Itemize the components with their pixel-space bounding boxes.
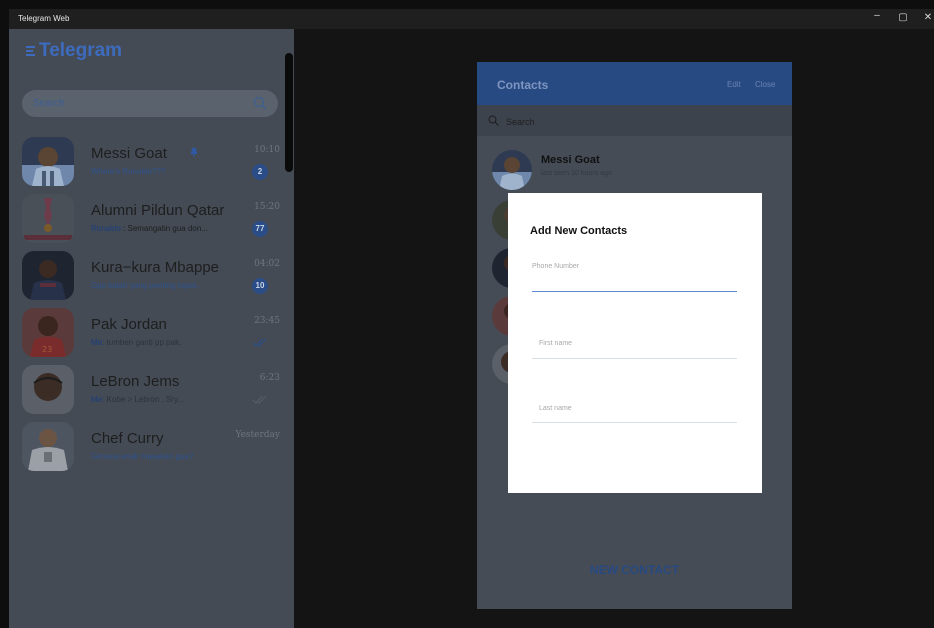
chat-time: 23:45 <box>254 316 280 326</box>
chat-preview: Me: Kobe > Lebron , Sry... <box>91 395 185 404</box>
field-underline <box>532 358 737 359</box>
close-window-button[interactable]: ✕ <box>921 12 934 23</box>
sidebar-scrollbar[interactable] <box>285 53 293 172</box>
new-contact-button[interactable]: NEW CONTACT <box>477 563 792 577</box>
contact-name[interactable]: Messi Goat <box>541 154 600 166</box>
avatar <box>22 251 74 300</box>
bell-icon <box>190 147 198 157</box>
chat-sidebar: Telegram Search Messi Goat Where's Ronal… <box>9 29 294 628</box>
search-icon <box>488 115 499 126</box>
menu-icon[interactable] <box>26 44 35 58</box>
chat-name: Chef Curry <box>91 430 164 447</box>
chat-time: Yesterday <box>235 430 280 440</box>
contact-avatar[interactable] <box>492 150 532 190</box>
app-logo[interactable]: Telegram <box>26 40 122 62</box>
chat-name: Alumni Pildun Qatar <box>91 202 225 219</box>
chat-time: 15:20 <box>254 202 280 212</box>
chat-time: 6:23 <box>259 373 280 383</box>
avatar: 23 <box>22 308 74 357</box>
unread-badge: 77 <box>252 221 268 237</box>
first-name-placeholder: First name <box>539 340 573 347</box>
last-name-placeholder: Last name <box>539 405 572 412</box>
contacts-title: Contacts <box>497 78 549 92</box>
contacts-search-input[interactable]: Search <box>477 105 792 136</box>
maximize-button[interactable]: ▢ <box>896 12 910 23</box>
chat-item-pak-jordan[interactable]: 23 Pak Jordan Me: tumben ganti pp pak. 2… <box>9 304 294 361</box>
search-icon[interactable] <box>253 96 267 110</box>
chat-name: Kura−kura Mbappe <box>91 259 219 276</box>
chat-preview: Gpp kalah yang penting topsk.. <box>91 281 202 290</box>
chat-preview: Gimana enak masakan gua? <box>91 452 194 461</box>
chat-preview: Where's Ronaldo??? <box>91 167 166 176</box>
chat-name: Messi Goat <box>91 145 167 162</box>
chat-time: 10:10 <box>254 145 280 155</box>
chat-item-alumni-pildun-qatar[interactable]: Alumni Pildun Qatar Ronaldo : Semangatin… <box>9 190 294 247</box>
app-window: Telegram Web – ▢ ✕ Telegram Search Messi… <box>9 9 934 628</box>
contact-last-seen: last seen 10 hours ago <box>541 170 612 177</box>
minimize-button[interactable]: – <box>870 10 884 21</box>
chat-search-input[interactable]: Search <box>22 90 278 117</box>
avatar <box>22 422 74 471</box>
read-ticks-icon <box>252 338 267 347</box>
unread-badge: 2 <box>252 164 268 180</box>
unread-badge: 10 <box>252 278 268 294</box>
add-contact-dialog: Add New Contacts Phone Number First name… <box>508 193 762 493</box>
field-underline <box>532 291 737 292</box>
svg-text:23: 23 <box>42 345 52 354</box>
chat-preview: Ronaldo : Semangatin gua don... <box>91 224 208 233</box>
close-button[interactable]: Close <box>755 80 775 89</box>
read-ticks-icon <box>252 395 267 404</box>
search-placeholder: Search <box>506 117 535 127</box>
edit-button[interactable]: Edit <box>727 80 741 89</box>
avatar <box>22 365 74 414</box>
window-title: Telegram Web <box>18 14 70 23</box>
logo-text: Telegram <box>39 40 123 61</box>
chat-item-kura-kura-mbappe[interactable]: Kura−kura Mbappe Gpp kalah yang penting … <box>9 247 294 304</box>
chat-time: 04:02 <box>254 259 280 269</box>
chat-name: Pak Jordan <box>91 316 167 333</box>
title-bar: Telegram Web – ▢ ✕ <box>9 9 934 29</box>
chat-item-lebron-jems[interactable]: LeBron Jems Me: Kobe > Lebron , Sry... 6… <box>9 361 294 418</box>
avatar <box>22 194 74 243</box>
contacts-header: Contacts Edit Close <box>477 62 792 105</box>
chat-preview: Me: tumben ganti pp pak. <box>91 338 182 347</box>
chat-name: LeBron Jems <box>91 373 180 390</box>
phone-number-placeholder: Phone Number <box>532 263 580 270</box>
avatar <box>22 137 74 186</box>
chat-item-chef-curry[interactable]: Chef Curry Gimana enak masakan gua? Yest… <box>9 418 294 475</box>
chat-item-messi-goat[interactable]: Messi Goat Where's Ronaldo??? 10:10 2 <box>9 133 294 190</box>
dialog-title: Add New Contacts <box>530 225 628 237</box>
field-underline <box>532 422 737 423</box>
search-placeholder: Search <box>33 98 65 109</box>
